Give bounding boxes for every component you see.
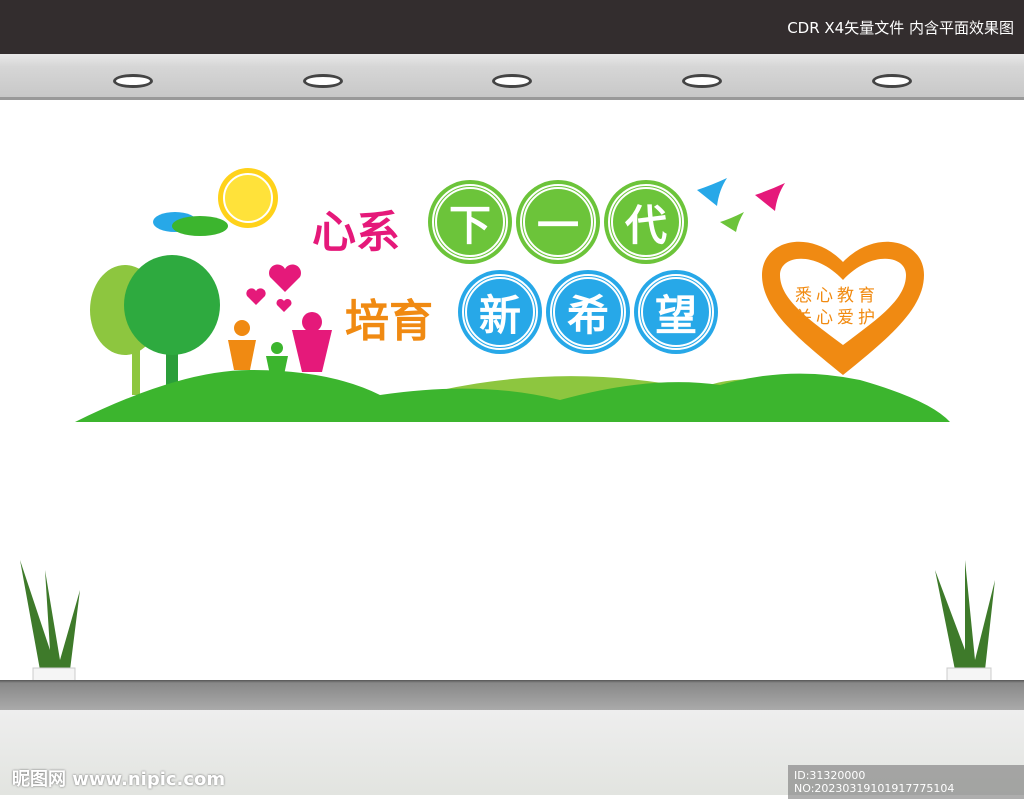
heart-text: 悉心教育 关心爱护 <box>795 285 879 329</box>
slogan-char-circle: 希 <box>550 274 626 350</box>
slogan-char-circle: 新 <box>462 274 538 350</box>
heart-line1: 悉心教育 <box>795 286 879 306</box>
wall-graphic <box>20 168 995 719</box>
slogan-char-circle: 代 <box>608 184 684 260</box>
baseboard <box>0 680 1024 710</box>
birds-icon <box>697 178 785 232</box>
cloud-icon <box>153 212 228 236</box>
watermark-site: 昵图网 www.nipic.com <box>12 769 226 790</box>
watermark-id: ID:31320000 NO:20230319101917775104 <box>788 765 1024 799</box>
slogan-char-circle: 一 <box>520 184 596 260</box>
hills <box>75 370 950 422</box>
heart-line2: 关心爱护 <box>795 308 879 328</box>
slogan-line2-prefix: 培育 <box>345 296 433 347</box>
sun-icon <box>218 168 278 228</box>
slogan-line1-prefix: 心系 <box>312 207 400 258</box>
tree-icon <box>90 255 220 395</box>
hearts-icon <box>246 264 301 312</box>
slogan-char-circle: 望 <box>638 274 714 350</box>
slogan-char-circle: 下 <box>432 184 508 260</box>
children-icon <box>228 312 332 375</box>
